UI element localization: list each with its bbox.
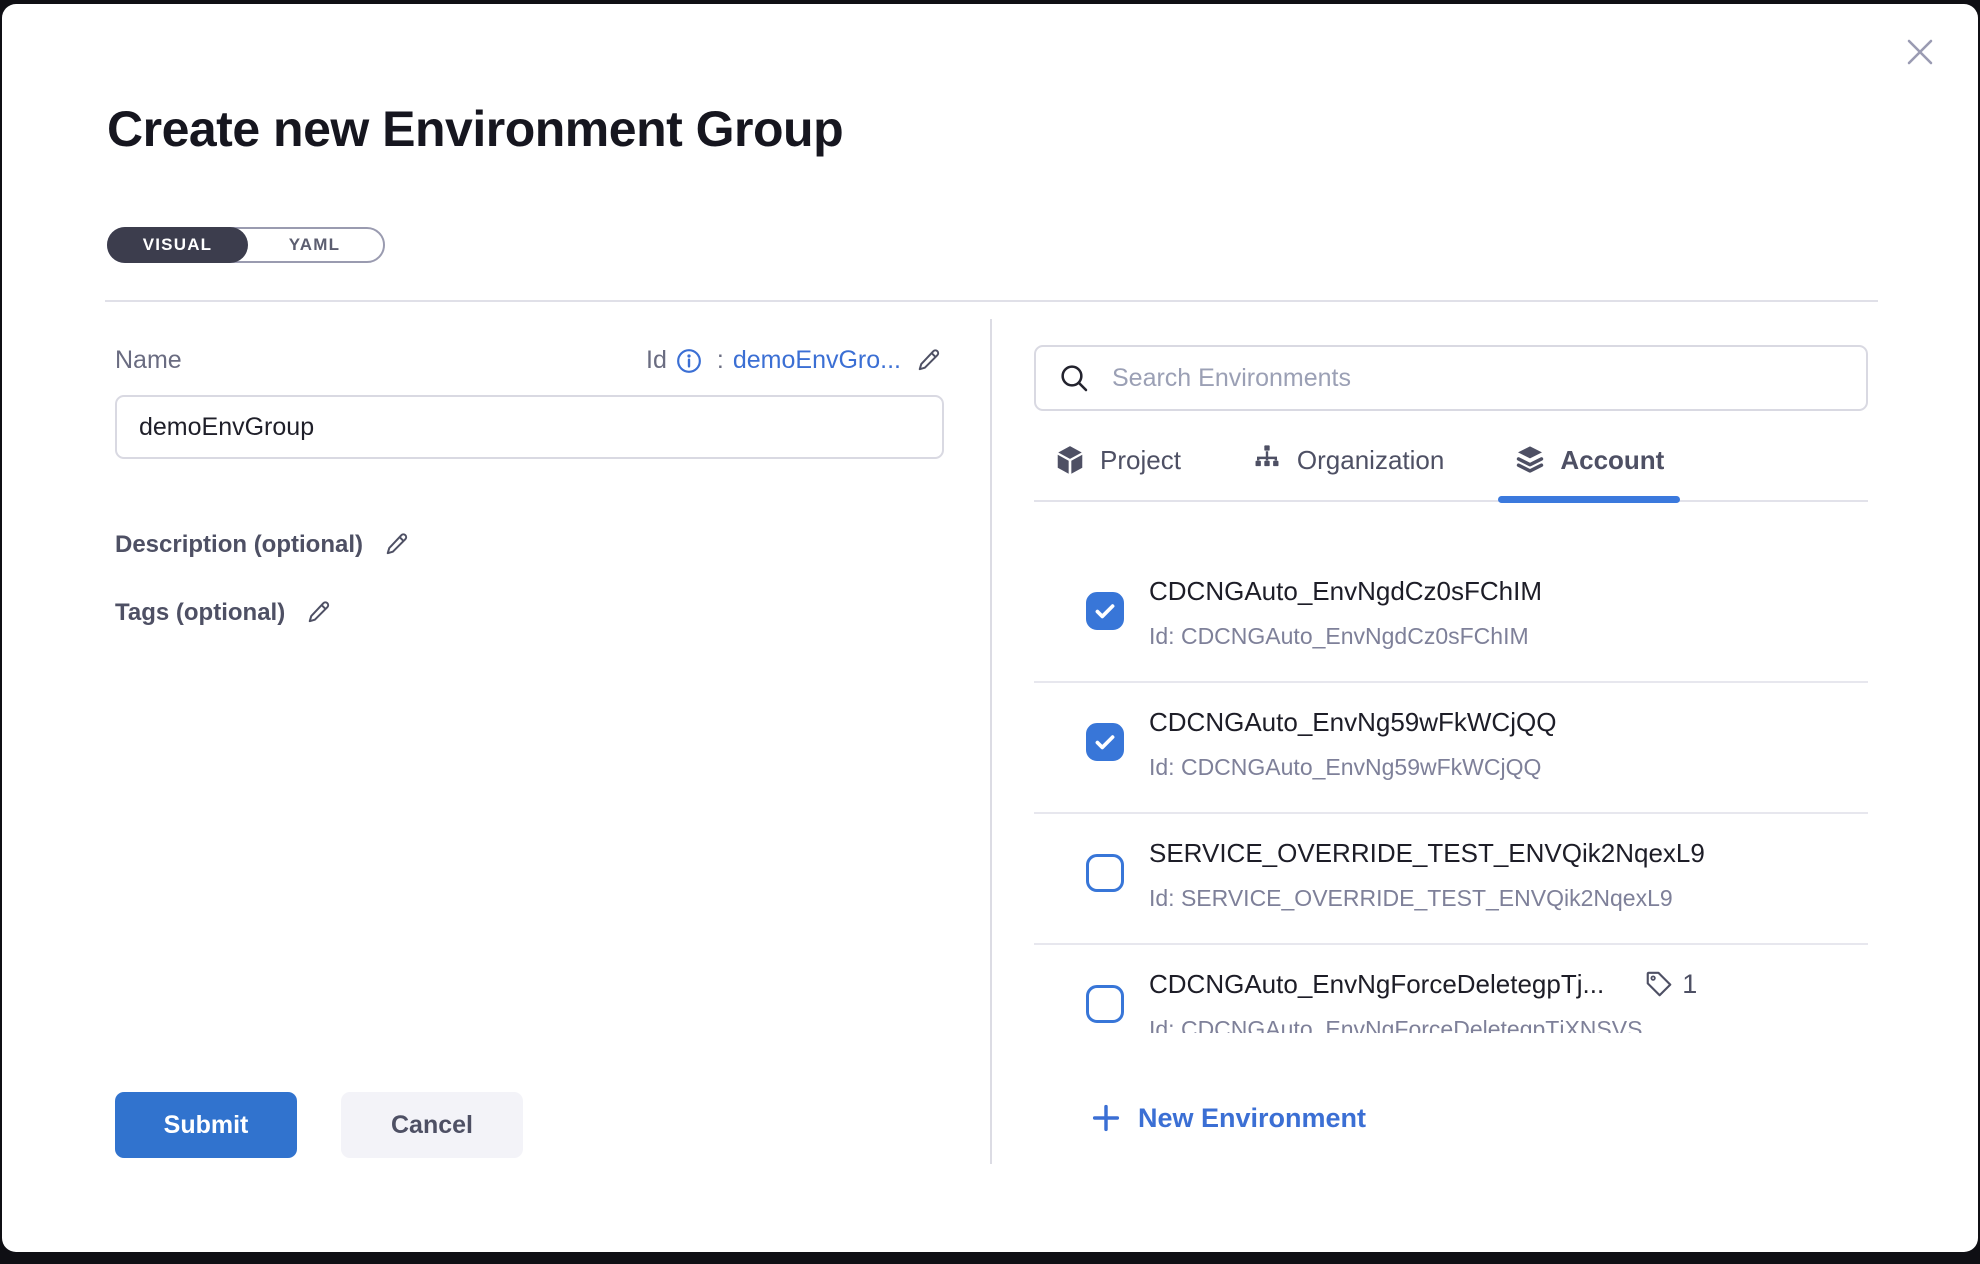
id-value-link[interactable]: demoEnvGro... (733, 346, 901, 375)
environment-name: CDCNGAuto_EnvNg59wFkWCjQQ (1149, 705, 1556, 739)
id-label: Id (646, 346, 667, 375)
tag-count: 1 (1682, 969, 1697, 1000)
environment-list-item[interactable]: CDCNGAuto_EnvNg59wFkWCjQQ Id: CDCNGAuto_… (1034, 683, 1868, 814)
name-input[interactable] (115, 395, 944, 459)
environment-checkbox[interactable] (1086, 723, 1124, 761)
search-input[interactable] (1034, 345, 1868, 411)
edit-tags-icon[interactable] (306, 599, 334, 627)
environment-id: Id: CDCNGAuto_EnvNg59wFkWCjQQ (1149, 752, 1868, 782)
submit-button[interactable]: Submit (115, 1092, 297, 1158)
environment-checkbox[interactable] (1086, 592, 1124, 630)
tag-icon (1644, 969, 1674, 999)
identifier-row: Id : demoEnvGro... (646, 346, 944, 375)
plus-icon (1090, 1102, 1122, 1134)
description-row: Description (optional) (115, 531, 944, 559)
tag-count-badge: 1 (1644, 969, 1697, 1000)
new-environment-button[interactable]: New Environment (1090, 1102, 1366, 1134)
description-label: Description (optional) (115, 531, 363, 559)
tab-account[interactable]: Account (1498, 444, 1680, 500)
tab-organization-label: Organization (1297, 445, 1444, 476)
environment-id: Id: SERVICE_OVERRIDE_TEST_ENVQik2NqexL9 (1149, 883, 1868, 913)
form-panel: Name Id : demoEnvGro... Description (opt… (115, 346, 944, 627)
new-environment-label: New Environment (1138, 1103, 1366, 1134)
edit-description-icon[interactable] (384, 531, 412, 559)
tab-organization[interactable]: Organization (1235, 444, 1460, 500)
environment-list-item[interactable]: CDCNGAuto_EnvNgdCz0sFChIM Id: CDCNGAuto_… (1034, 552, 1868, 683)
close-button[interactable] (1896, 30, 1944, 78)
tab-project-label: Project (1100, 445, 1181, 476)
cube-icon (1054, 444, 1086, 476)
info-icon[interactable] (676, 348, 702, 374)
visual-yaml-toggle: VISUAL YAML (107, 227, 385, 263)
page-title: Create new Environment Group (107, 100, 843, 158)
create-environment-group-modal: Create new Environment Group VISUAL YAML… (2, 4, 1978, 1252)
environment-name: CDCNGAuto_EnvNgForceDeletegpTj... (1149, 967, 1604, 1001)
cancel-button[interactable]: Cancel (341, 1092, 523, 1158)
environment-list: CDCNGAuto_EnvNgdCz0sFChIM Id: CDCNGAuto_… (1034, 502, 1868, 1033)
close-icon (1900, 32, 1940, 77)
environment-checkbox[interactable] (1086, 854, 1124, 892)
search-icon (1058, 362, 1090, 399)
tab-project[interactable]: Project (1038, 444, 1197, 500)
environment-name: SERVICE_OVERRIDE_TEST_ENVQik2NqexL9 (1149, 836, 1705, 870)
action-buttons: Submit Cancel (115, 1092, 523, 1158)
name-label: Name (115, 346, 182, 375)
tab-account-label: Account (1560, 445, 1664, 476)
check-icon (1092, 598, 1118, 624)
environment-list-item[interactable]: SERVICE_OVERRIDE_TEST_ENVQik2NqexL9 Id: … (1034, 814, 1868, 945)
panel-divider (990, 319, 992, 1164)
tab-visual[interactable]: VISUAL (107, 227, 248, 263)
tab-yaml[interactable]: YAML (246, 229, 383, 261)
id-colon: : (717, 346, 724, 375)
tags-label: Tags (optional) (115, 599, 285, 627)
layers-icon (1514, 444, 1546, 476)
environment-id: Id: CDCNGAuto_EnvNgdCz0sFChIM (1149, 621, 1868, 651)
environments-panel: Project Organization Account CDCNGAuto_E (1034, 345, 1868, 1033)
edit-id-icon[interactable] (916, 347, 944, 375)
environment-checkbox[interactable] (1086, 985, 1124, 1023)
environment-id: Id: CDCNGAuto_EnvNgForceDeletegpTjXNSVS (1149, 1014, 1868, 1033)
check-icon (1092, 729, 1118, 755)
scope-tabs: Project Organization Account (1034, 444, 1868, 502)
environment-list-item[interactable]: CDCNGAuto_EnvNgForceDeletegpTj... 1 Id: … (1034, 945, 1868, 1033)
tags-row: Tags (optional) (115, 599, 944, 627)
header-divider (105, 300, 1878, 302)
sitemap-icon (1251, 444, 1283, 476)
environment-name: CDCNGAuto_EnvNgdCz0sFChIM (1149, 574, 1542, 608)
